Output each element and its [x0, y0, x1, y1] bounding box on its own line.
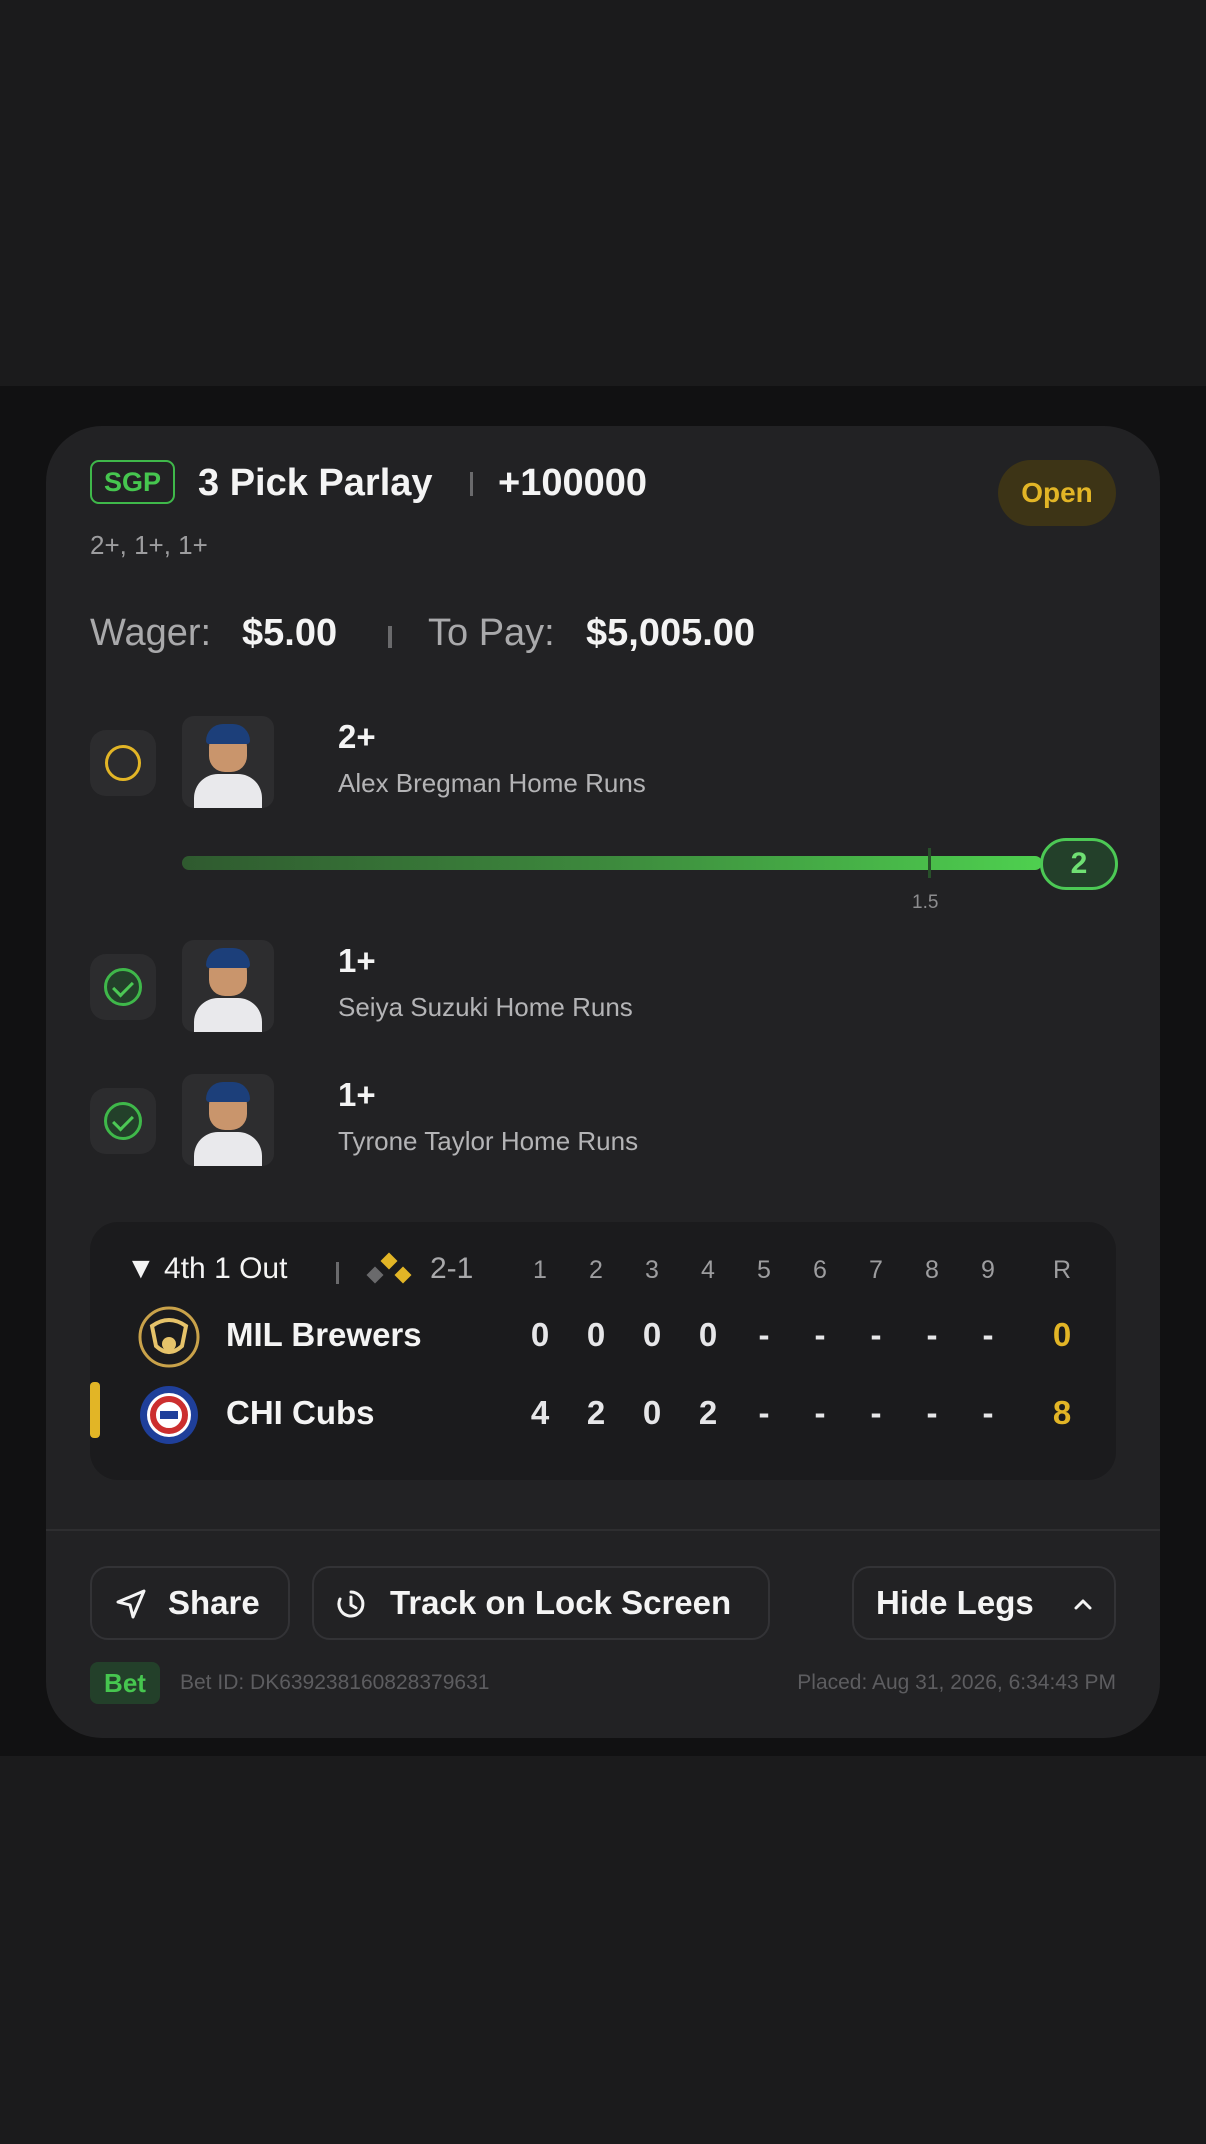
- inning-header: 1: [533, 1256, 547, 1284]
- inning-score: 0: [586, 1316, 606, 1353]
- leg-row[interactable]: 1+ Seiya Suzuki Home Runs: [90, 940, 1130, 1034]
- to-pay-label: To Pay:: [428, 612, 555, 654]
- progress-bar: [182, 856, 1042, 870]
- inning-header: 7: [869, 1256, 883, 1284]
- inning-score: 0: [530, 1316, 550, 1353]
- cubs-logo: [140, 1386, 198, 1444]
- leg-market: Tyrone Taylor Home Runs: [338, 1126, 639, 1156]
- inning-header: 2: [589, 1256, 603, 1284]
- inning-header: 3: [645, 1256, 659, 1284]
- bet-odds: +100000: [498, 462, 647, 504]
- leg-market: Alex Bregman Home Runs: [338, 768, 646, 798]
- send-icon: [116, 1589, 146, 1619]
- team-name: MIL Brewers: [226, 1316, 422, 1353]
- team-name: CHI Cubs: [226, 1394, 375, 1431]
- bet-id: Bet ID: DK639238160828379631: [180, 1671, 490, 1694]
- inning-score: -: [870, 1316, 882, 1353]
- scoreboard[interactable]: ▼ 4th 1 Out 2-1 1 2 3 4 5 6 7 8 9 R MIL …: [90, 1222, 1116, 1480]
- inning-score: 0: [642, 1316, 662, 1353]
- top-background: [0, 0, 1206, 386]
- bet-tag: Bet: [90, 1662, 160, 1704]
- batting-indicator: [90, 1382, 100, 1438]
- inning-header: 8: [925, 1256, 939, 1284]
- inning-score: -: [758, 1394, 770, 1431]
- wager-value: $5.00: [242, 612, 338, 654]
- inning-score: 2: [698, 1394, 718, 1431]
- inning-score: -: [814, 1394, 826, 1431]
- threshold-tick: [928, 848, 931, 878]
- title-separator: [470, 472, 473, 496]
- threshold-label: 1.5: [912, 892, 939, 913]
- progress-fill: [182, 856, 1042, 870]
- leg-summary: 2+, 1+, 1+: [90, 530, 208, 560]
- state-separator: [336, 1262, 339, 1284]
- inning-score: -: [926, 1316, 938, 1353]
- player-avatar: [182, 1074, 274, 1166]
- leg-line: 1+: [338, 1076, 376, 1113]
- pitch-count: 2-1: [430, 1252, 474, 1285]
- check-circle-icon: [104, 1102, 142, 1140]
- inning-header: 9: [981, 1256, 995, 1284]
- chevron-up-icon: [1074, 1599, 1092, 1610]
- bottom-background: [0, 1756, 1206, 2144]
- inning-header: 4: [701, 1256, 715, 1284]
- inning-score: -: [870, 1394, 882, 1431]
- inning-score: 0: [642, 1394, 662, 1431]
- leg-row[interactable]: 2+ Alex Bregman Home Runs: [90, 716, 1130, 810]
- leg-line: 2+: [338, 718, 376, 755]
- to-pay-value: $5,005.00: [586, 612, 756, 654]
- open-status-icon: [105, 745, 141, 781]
- inning-score: -: [926, 1394, 938, 1431]
- timer-icon: [337, 1590, 365, 1618]
- wager-label: Wager:: [90, 612, 212, 654]
- inning-score: 0: [698, 1316, 718, 1353]
- inning-score: -: [982, 1316, 994, 1353]
- game-state: ▼ 4th 1 Out: [126, 1252, 288, 1285]
- bet-card[interactable]: SGP 3 Pick Parlay +100000 Open 2+, 1+, 1…: [46, 426, 1160, 1738]
- inning-score: -: [814, 1316, 826, 1353]
- placed-timestamp: Placed: Aug 31, 2026, 6:34:43 PM: [797, 1671, 1116, 1694]
- card-divider: [46, 1529, 1160, 1531]
- inning-score: 4: [530, 1394, 550, 1431]
- bet-title: 3 Pick Parlay: [198, 462, 433, 504]
- leg-market: Seiya Suzuki Home Runs: [338, 992, 633, 1022]
- sgp-badge: SGP: [90, 460, 176, 504]
- hide-legs-button[interactable]: Hide Legs: [852, 1566, 1116, 1640]
- inning-score: -: [758, 1316, 770, 1353]
- player-avatar: [182, 716, 274, 808]
- hide-legs-label: Hide Legs: [876, 1584, 1034, 1621]
- runs-header: R: [1052, 1256, 1072, 1284]
- check-circle-icon: [104, 968, 142, 1006]
- track-lock-screen-button[interactable]: Track on Lock Screen: [312, 1566, 770, 1640]
- bases-diamond-icon: [366, 1252, 412, 1284]
- team-runs: 0: [1052, 1316, 1072, 1353]
- progress-current: 2: [1040, 838, 1118, 890]
- team-runs: 8: [1052, 1394, 1072, 1431]
- wager-separator: [388, 626, 392, 648]
- leg-line: 1+: [338, 942, 376, 979]
- brewers-logo: [138, 1306, 200, 1368]
- inning-score: 2: [586, 1394, 606, 1431]
- share-label: Share: [168, 1584, 260, 1621]
- player-avatar: [182, 940, 274, 1032]
- leg-row[interactable]: 1+ Tyrone Taylor Home Runs: [90, 1074, 1130, 1168]
- track-label: Track on Lock Screen: [390, 1584, 732, 1621]
- leg-status: [90, 730, 156, 796]
- status-badge: Open: [998, 460, 1116, 526]
- leg-status: [90, 1088, 156, 1154]
- share-button[interactable]: Share: [90, 1566, 290, 1640]
- leg-status: [90, 954, 156, 1020]
- inning-header: 6: [813, 1256, 827, 1284]
- inning-header: 5: [757, 1256, 771, 1284]
- inning-score: -: [982, 1394, 994, 1431]
